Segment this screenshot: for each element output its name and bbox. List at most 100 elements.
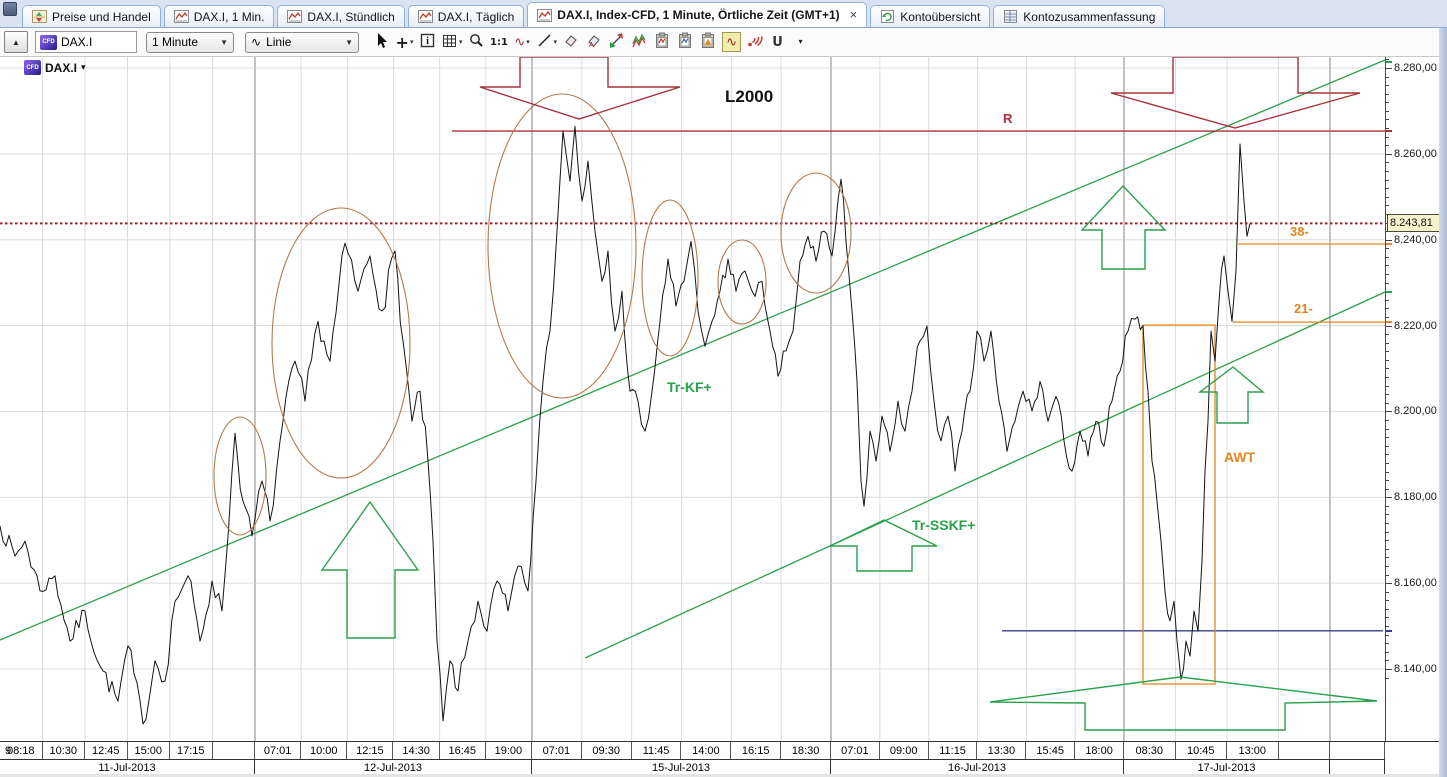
app-icon[interactable] (3, 2, 17, 16)
axis-tick (1386, 566, 1389, 567)
period-select[interactable]: 1 Minute ▼ (146, 32, 234, 53)
chevron-down-icon: ▾ (554, 38, 558, 46)
chevron-down-icon: ▾ (410, 38, 414, 46)
eraser-tool[interactable] (561, 32, 580, 52)
tab-dax-i-st-ndlich[interactable]: DAX.I, Stündlich (277, 5, 404, 27)
axis-tick (1386, 240, 1392, 241)
axis-price-label: 8.200,00 (1394, 405, 1437, 417)
down-arrow-1[interactable] (480, 57, 680, 119)
pattern-tool[interactable] (630, 32, 649, 52)
indicator-tool[interactable]: ∿▾ (513, 32, 532, 52)
pointer-tool[interactable] (372, 32, 391, 52)
window-edge (1439, 28, 1447, 777)
time-label: 16:45 (440, 742, 486, 759)
time-label: 13:00 (1227, 742, 1279, 759)
axis-tick (1386, 162, 1389, 163)
annotation-label-r[interactable]: R (1003, 111, 1013, 126)
axis-tick (1386, 343, 1389, 344)
indicator-active-tool[interactable]: ∿ (722, 32, 741, 52)
alert-tool[interactable] (745, 32, 764, 52)
current-price-badge: 8.243,81 (1387, 214, 1441, 232)
scale-drag-tool[interactable] (607, 32, 626, 52)
axis-tick (1386, 128, 1389, 129)
time-label: 14:30 (394, 742, 440, 759)
tab-konto-bersicht[interactable]: Kontoübersicht (870, 5, 990, 27)
grid-settings-tool[interactable]: ▾ (441, 32, 463, 52)
indicator-tool-icon: ∿ (514, 35, 525, 50)
axis-tick (1386, 188, 1389, 189)
close-icon[interactable]: × (850, 10, 858, 20)
tab-label: DAX.I, Index-CFD, 1 Minute, Örtliche Zei… (557, 8, 839, 22)
axis-tick (1386, 334, 1389, 335)
time-axis[interactable]: 908:1810:3012:4515:0017:1507:0110:0012:1… (0, 741, 1385, 777)
trendline-tr-sskf[interactable] (585, 292, 1385, 658)
instrument-value: DAX.I (61, 35, 92, 49)
axis-tick (1386, 583, 1392, 584)
axis-tick (1386, 283, 1389, 284)
axis-tick (1386, 274, 1389, 275)
axis-tick (1386, 489, 1389, 490)
price-chart-canvas[interactable]: L2000 R Tr-KF+ Tr-SSKF+ AWT 38- 21- (0, 57, 1385, 741)
axis-tick (1386, 497, 1392, 498)
crosshair-tool-icon: + (396, 33, 409, 52)
line-draw-tool[interactable]: ▾ (536, 32, 558, 52)
tab-dax-i-index-cfd-1-minute-rtliche-zeit-gmt-1[interactable]: DAX.I, Index-CFD, 1 Minute, Örtliche Zei… (527, 2, 867, 27)
axis-tick (1386, 420, 1389, 421)
svg-text:A: A (589, 42, 594, 49)
flat-up-arrow[interactable] (990, 677, 1377, 730)
axis-tick (1386, 403, 1389, 404)
data-box-tool[interactable]: i (418, 32, 437, 52)
ellipse-highlight-1[interactable] (214, 417, 266, 535)
tab-kontozusammenfassung[interactable]: Kontozusammenfassung (993, 5, 1165, 27)
axis-level-marker (1386, 61, 1392, 63)
instrument-input[interactable]: CFD DAX.I (35, 31, 137, 53)
chart-type-select[interactable]: ∿ Linie ▼ (245, 32, 359, 53)
ellipse-highlight-6[interactable] (781, 173, 851, 293)
annotation-label-awt[interactable]: AWT (1224, 449, 1256, 465)
axis-tick (1386, 137, 1389, 138)
axis-tick (1386, 111, 1389, 112)
paste-chart-tool[interactable] (653, 32, 672, 52)
time-label: 11:15 (929, 742, 978, 759)
tab-label: DAX.I, Täglich (438, 10, 514, 24)
paste-chart-2-tool[interactable] (676, 32, 695, 52)
time-label: 07:01 (255, 742, 301, 759)
scale-1-1-button[interactable]: 1:1 (490, 32, 509, 52)
paste-chart-2-tool-icon (677, 32, 694, 53)
line-draw-tool-icon (536, 32, 553, 53)
paste-image-tool[interactable] (699, 32, 718, 52)
annotation-label-l2000[interactable]: L2000 (725, 87, 773, 106)
axis-tick (1386, 394, 1389, 395)
pointer-tool-icon (373, 32, 390, 53)
annotation-label-trkf[interactable]: Tr-KF+ (667, 379, 712, 395)
account-icon (880, 10, 895, 23)
axis-tick (1386, 523, 1389, 524)
annotation-label-38[interactable]: 38- (1290, 224, 1309, 239)
zoom-tool[interactable] (467, 32, 486, 52)
axis-tick (1386, 386, 1389, 387)
axis-tick (1386, 540, 1389, 541)
chart-legend-dropdown[interactable]: CFD DAX.I ▾ (24, 60, 86, 75)
up-arrow-1[interactable] (322, 502, 418, 638)
annotation-label-trsskf[interactable]: Tr-SSKF+ (912, 517, 975, 533)
magnet-tool[interactable]: U (768, 32, 787, 52)
collapse-panel-button[interactable]: ▲ (4, 31, 28, 53)
trendline-tr-kf[interactable] (0, 60, 1385, 640)
axis-level-marker (1386, 630, 1392, 632)
price-axis[interactable]: 8.280,008.260,008.240,008.220,008.200,00… (1385, 57, 1440, 741)
tab-preise-und-handel[interactable]: Preise und Handel (22, 5, 161, 27)
paste-chart-tool-icon (654, 32, 671, 53)
time-label: 07:01 (831, 742, 880, 759)
time-label (1279, 742, 1331, 759)
tab-dax-i-t-glich[interactable]: DAX.I, Täglich (408, 5, 524, 27)
erase-all-tool[interactable]: A (584, 32, 603, 52)
price-line (0, 126, 1250, 724)
time-label: 11:45 (632, 742, 682, 759)
chevron-down-icon: ▼ (345, 38, 353, 47)
crosshair-tool[interactable]: +▾ (395, 32, 414, 52)
ellipse-highlight-2[interactable] (272, 208, 410, 478)
toolbar-overflow-button[interactable]: ▾ (791, 32, 810, 52)
axis-price-label: 8.180,00 (1394, 491, 1437, 503)
tab-dax-i-1-min[interactable]: DAX.I, 1 Min. (164, 5, 275, 27)
annotation-label-21[interactable]: 21- (1294, 301, 1313, 316)
